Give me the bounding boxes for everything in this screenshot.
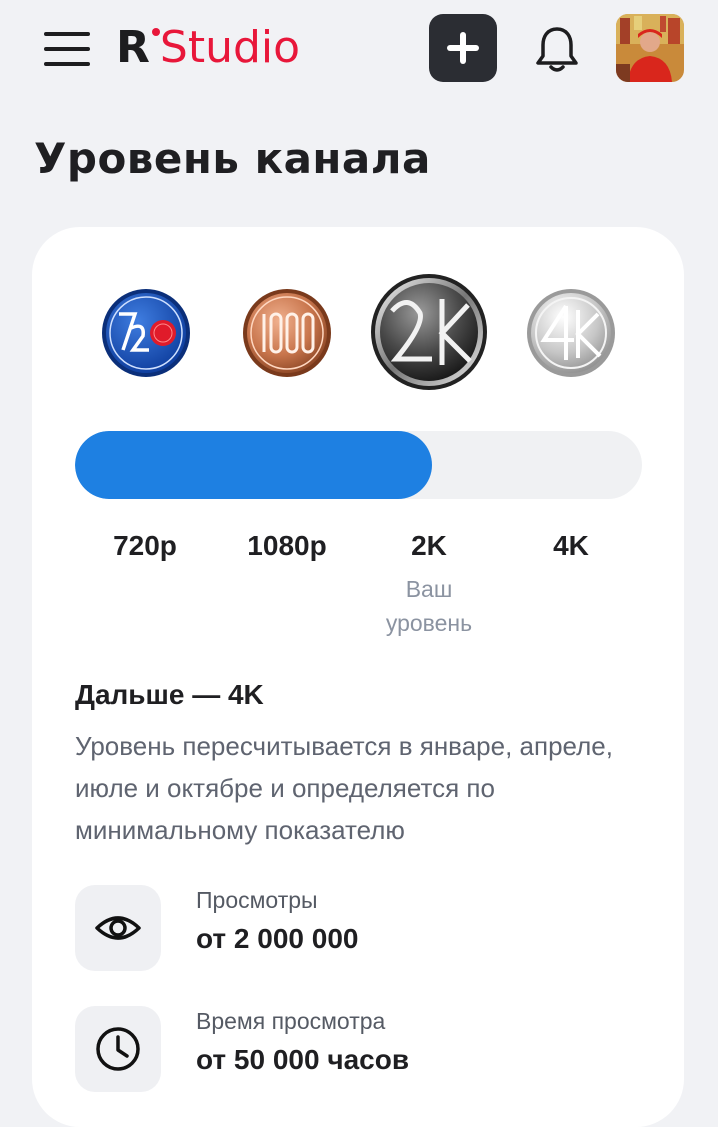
current-level-note: Ваш уровень — [385, 576, 473, 636]
level-label-720p: 720p — [113, 530, 177, 561]
requirement-value: от 2 000 000 — [196, 923, 359, 954]
requirement-views: Просмотры от 2 000 000 — [75, 885, 635, 975]
logo-dot — [151, 28, 160, 36]
level-label-4k: 4K — [553, 530, 589, 561]
next-level-title: Дальше — 4K — [75, 679, 264, 710]
720-badge-icon — [102, 289, 190, 377]
next-level-description: Уровень пересчитывается в январе, апреле… — [75, 731, 613, 845]
top-bar: R Studio — [0, 0, 718, 100]
add-button[interactable] — [429, 14, 497, 82]
clock-icon — [96, 1027, 140, 1071]
eye-icon — [95, 916, 141, 940]
requirement-value: от 50 000 часов — [196, 1044, 410, 1075]
requirement-icon-box — [75, 885, 161, 971]
plus-icon — [447, 32, 479, 64]
logo-studio: Studio — [159, 22, 301, 73]
avatar[interactable] — [616, 14, 684, 82]
page-title: Уровень канала — [34, 134, 431, 183]
requirement-watch-time: Время просмотра от 50 000 часов — [75, 1006, 635, 1096]
level-progress-bar — [75, 431, 642, 499]
logo-r: R — [116, 22, 150, 73]
level-label-2k: 2K — [411, 530, 447, 561]
level-label-1080p: 1080p — [247, 530, 327, 561]
2k-badge-icon — [371, 274, 487, 390]
requirement-icon-box — [75, 1006, 161, 1092]
rstudio-logo[interactable]: R Studio — [116, 22, 300, 74]
requirement-label: Время просмотра — [196, 1008, 386, 1034]
menu-icon[interactable] — [44, 32, 90, 66]
4k-badge-icon — [527, 289, 615, 377]
requirement-label: Просмотры — [196, 887, 318, 913]
avatar-image — [616, 14, 684, 82]
level-progress-fill — [75, 431, 433, 499]
1080-badge-icon — [243, 289, 331, 377]
bell-icon[interactable] — [534, 24, 580, 74]
channel-level-card: 720p 1080p 2K 4K Ваш уровень Дальше — 4K… — [32, 227, 684, 1127]
